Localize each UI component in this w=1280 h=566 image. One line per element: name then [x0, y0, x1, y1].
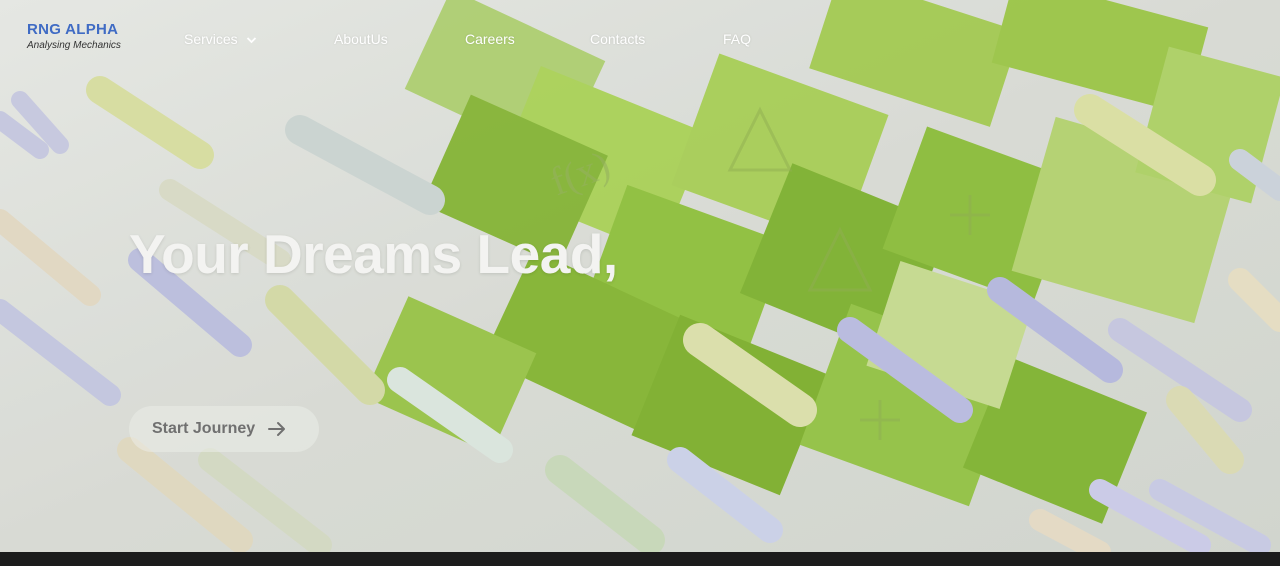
nav-contacts[interactable]: Contacts [590, 31, 645, 47]
brand-name: RNG ALPHA [27, 21, 119, 38]
hero-headline: Your Dreams Lead, [129, 223, 618, 285]
arrow-right-icon [268, 422, 286, 436]
navbar: RNG ALPHA Analysing Mechanics Services A… [0, 0, 1280, 80]
brand-tagline: Analysing Mechanics [27, 40, 121, 51]
hero-section: f(x) RNG ALPHA Analysing Mechanics Servi… [0, 0, 1280, 552]
start-journey-button[interactable]: Start Journey [129, 406, 319, 452]
chevron-down-icon [246, 37, 256, 44]
nav-careers[interactable]: Careers [465, 31, 515, 47]
nav-about[interactable]: AboutUs [334, 31, 388, 47]
nav-services[interactable]: Services [184, 31, 257, 47]
nav-faq[interactable]: FAQ [723, 31, 751, 47]
nav-services-label: Services [184, 31, 238, 47]
brand-logo[interactable]: RNG ALPHA Analysing Mechanics [27, 21, 121, 52]
start-journey-label: Start Journey [152, 420, 256, 437]
footer-strip [0, 552, 1280, 566]
